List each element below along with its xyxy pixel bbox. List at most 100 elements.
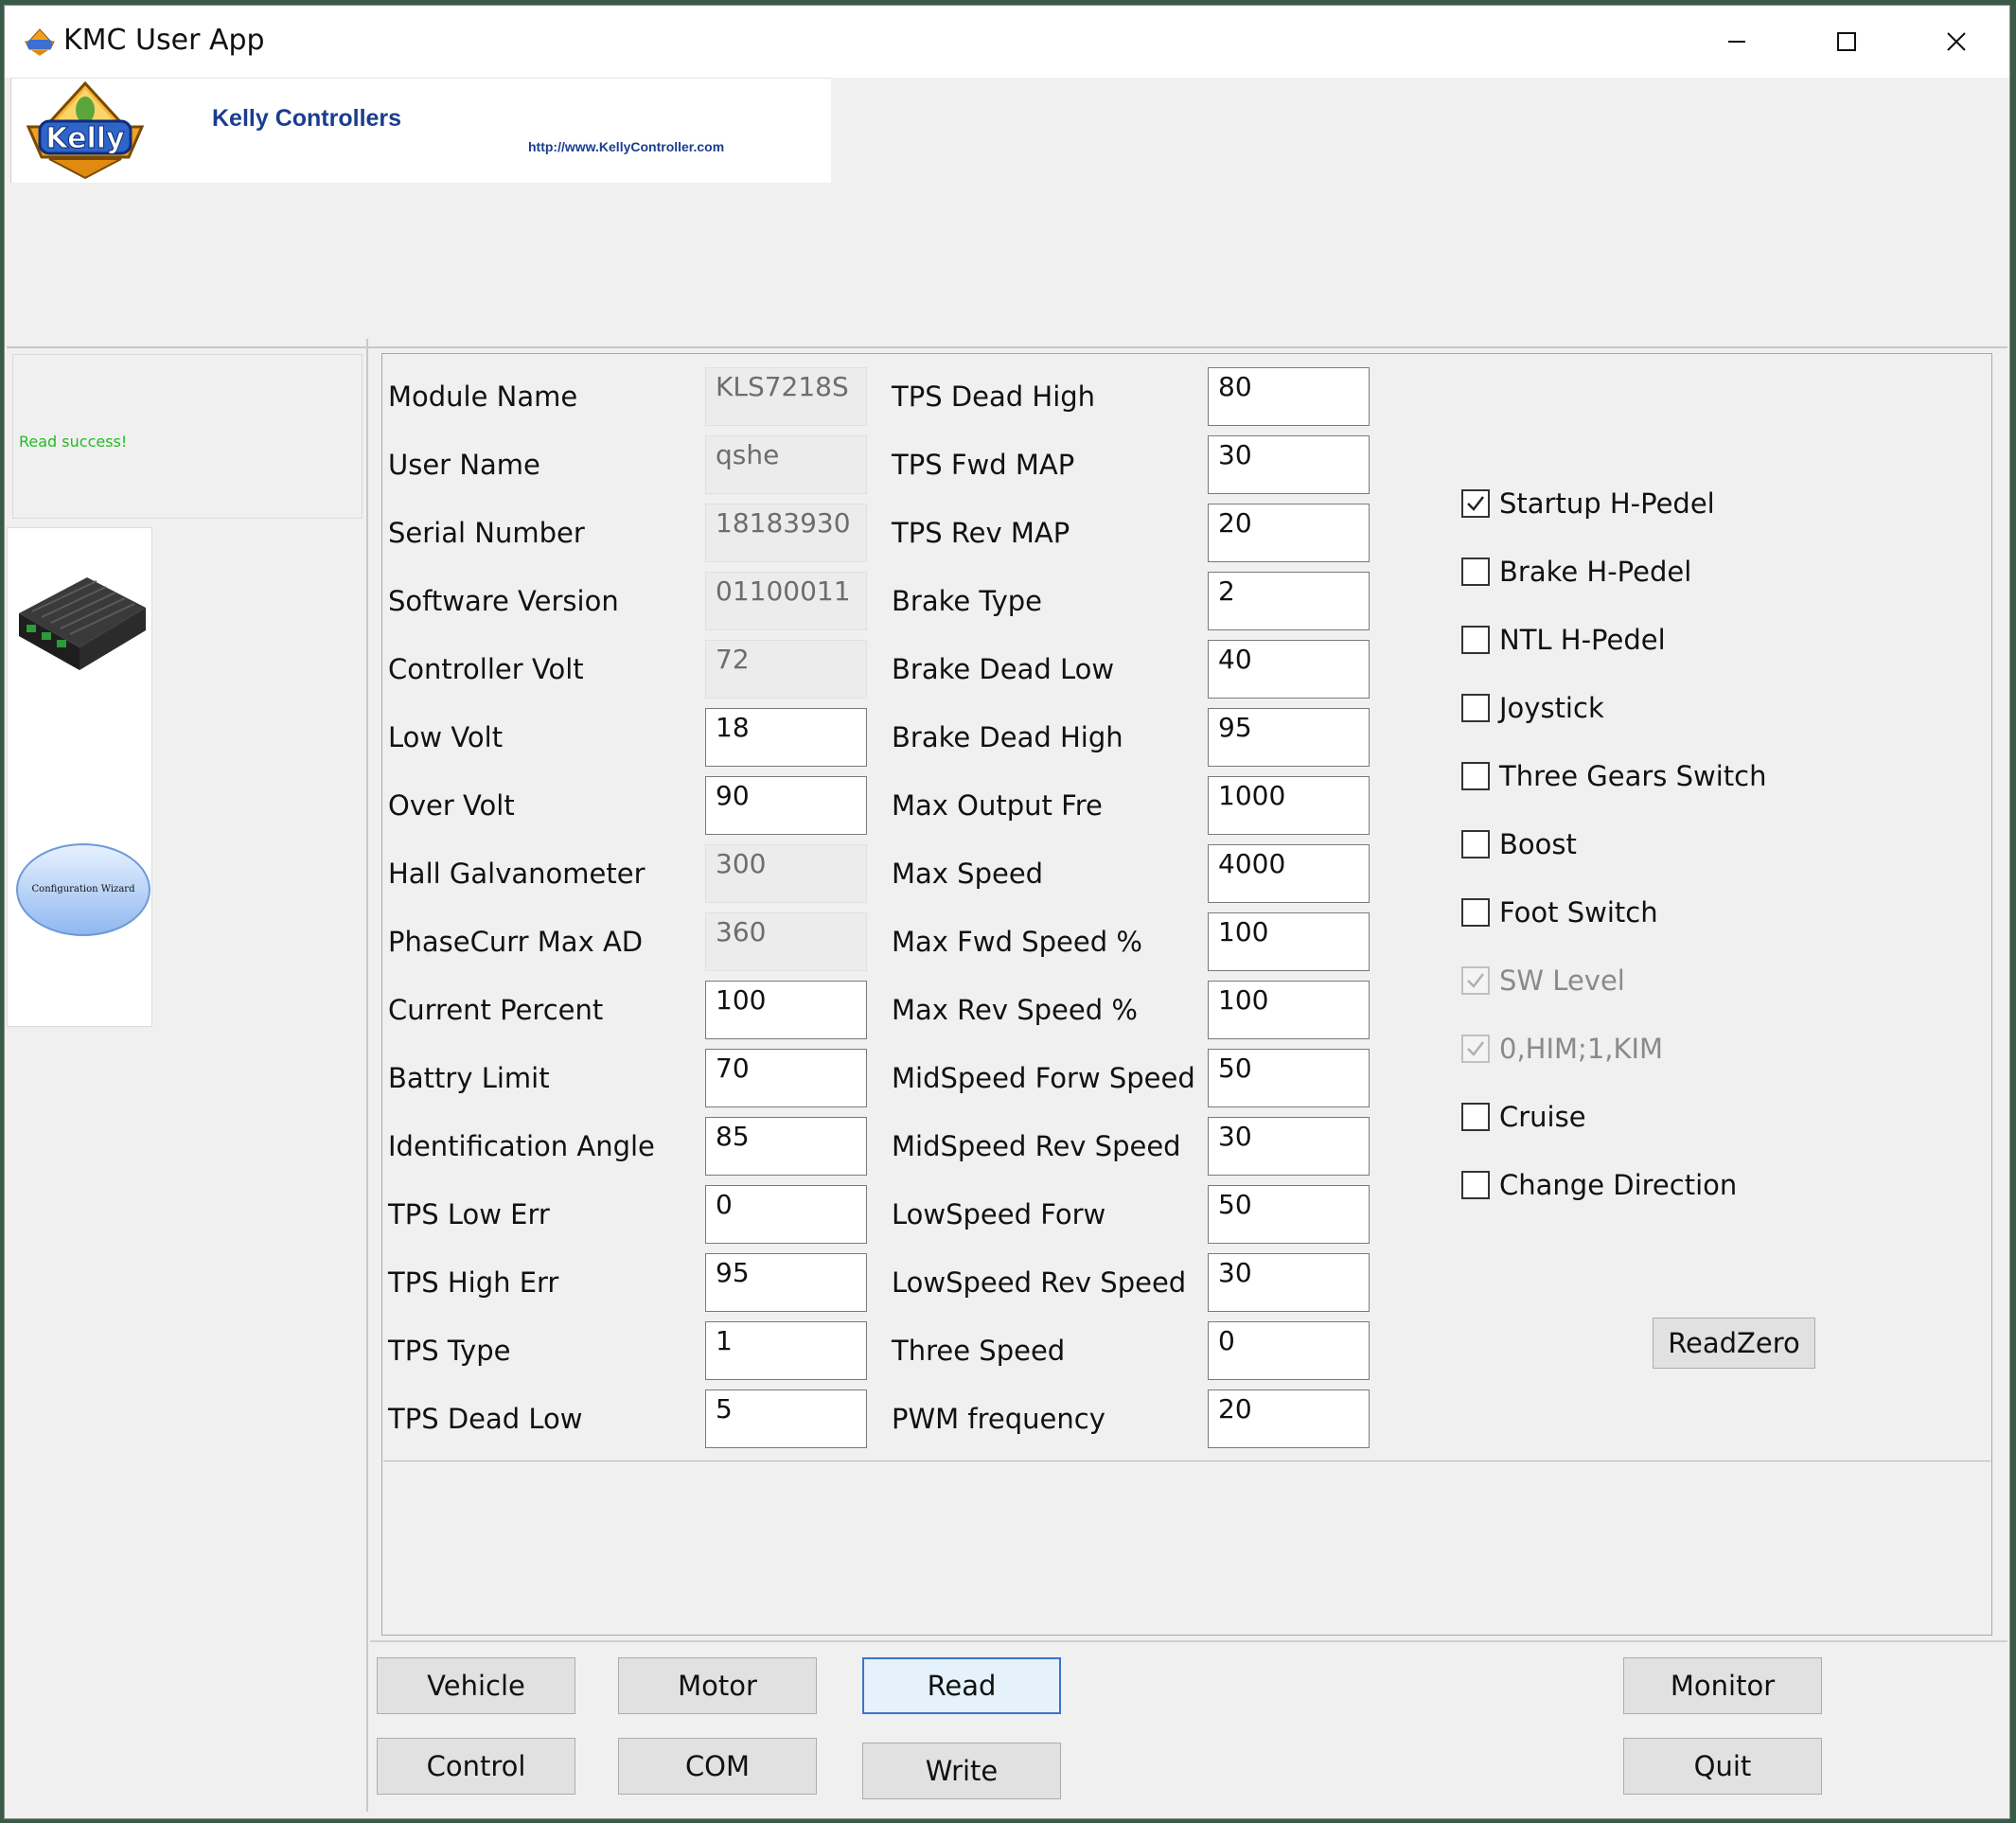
param-label: Max Output Fre (892, 789, 1103, 822)
param-value-field[interactable]: 80 (1208, 367, 1370, 426)
brand-url[interactable]: http://www.KellyController.com (528, 139, 724, 154)
param-value-field[interactable]: 5 (705, 1389, 867, 1448)
param-label: TPS Low Err (388, 1198, 550, 1230)
controller-nav-item[interactable] (13, 566, 150, 683)
status-panel: Read success! (12, 354, 363, 519)
write-button[interactable]: Write (862, 1743, 1061, 1799)
param-value-field[interactable]: 90 (705, 776, 867, 835)
quit-button[interactable]: Quit (1623, 1738, 1822, 1795)
com-button[interactable]: COM (618, 1738, 817, 1795)
option-checkbox[interactable] (1461, 626, 1490, 654)
param-label: Over Volt (388, 789, 515, 822)
param-value-field[interactable]: 50 (1208, 1185, 1370, 1244)
param-label: TPS Dead Low (388, 1403, 583, 1435)
param-value-field[interactable]: 1000 (1208, 776, 1370, 835)
param-value-field[interactable]: 0 (705, 1185, 867, 1244)
app-icon (22, 28, 58, 57)
param-value-field[interactable]: 18 (705, 708, 867, 767)
configuration-wizard-button[interactable]: Configuration Wizard (15, 842, 151, 945)
parameter-panel (381, 353, 1992, 1636)
minimize-button[interactable] (1682, 6, 1792, 78)
option-label: 0,HIM;1,KIM (1499, 1033, 1664, 1065)
option-label[interactable]: Boost (1499, 828, 1577, 860)
monitor-button[interactable]: Monitor (1623, 1657, 1822, 1714)
param-value-field: 300 (705, 844, 867, 903)
param-label: Battry Limit (388, 1062, 550, 1094)
option-checkbox (1461, 1035, 1490, 1063)
maximize-icon (1837, 32, 1856, 51)
param-value-field[interactable]: 4000 (1208, 844, 1370, 903)
window-title: KMC User App (63, 24, 265, 57)
readzero-button[interactable]: ReadZero (1653, 1318, 1815, 1369)
option-checkbox[interactable] (1461, 1103, 1490, 1131)
param-label: TPS Fwd MAP (892, 449, 1075, 481)
option-checkbox[interactable] (1461, 830, 1490, 858)
param-value-field[interactable]: 50 (1208, 1049, 1370, 1107)
param-label: Module Name (388, 381, 578, 413)
param-value-field[interactable]: 100 (1208, 912, 1370, 971)
divider (370, 1640, 2007, 1642)
option-label[interactable]: Brake H-Pedel (1499, 556, 1691, 588)
option-checkbox[interactable] (1461, 694, 1490, 722)
param-value-field[interactable]: 20 (1208, 1389, 1370, 1448)
option-checkbox[interactable] (1461, 1171, 1490, 1199)
param-value-field[interactable]: 2 (1208, 572, 1370, 630)
param-value-field[interactable]: 20 (1208, 504, 1370, 562)
param-value-field: qshe (705, 435, 867, 494)
param-label: TPS Type (388, 1335, 511, 1367)
option-checkbox[interactable] (1461, 898, 1490, 927)
param-label: Max Rev Speed % (892, 994, 1138, 1026)
param-label: TPS High Err (388, 1266, 559, 1299)
option-label[interactable]: Foot Switch (1499, 896, 1658, 929)
param-value-field[interactable]: 30 (1208, 435, 1370, 494)
title-bar[interactable]: KMC User App (5, 6, 2009, 78)
param-value-field[interactable]: 30 (1208, 1253, 1370, 1312)
divider (7, 346, 2007, 348)
option-checkbox[interactable] (1461, 762, 1490, 790)
check-mark-icon (1467, 496, 1484, 511)
option-label[interactable]: Startup H-Pedel (1499, 487, 1715, 520)
motor-button[interactable]: Motor (618, 1657, 817, 1714)
divider (383, 1460, 1990, 1461)
option-label[interactable]: Change Direction (1499, 1169, 1737, 1201)
divider (366, 339, 368, 1812)
param-value-field[interactable]: 30 (1208, 1117, 1370, 1176)
param-value-field[interactable]: 95 (1208, 708, 1370, 767)
option-label[interactable]: Cruise (1499, 1101, 1586, 1133)
check-mark-icon (1467, 973, 1484, 988)
option-checkbox[interactable] (1461, 489, 1490, 518)
kelly-logo: Kelly (23, 80, 148, 180)
param-value-field[interactable]: 95 (705, 1253, 867, 1312)
svg-text:Kelly: Kelly (45, 122, 125, 155)
param-value-field[interactable]: 0 (1208, 1321, 1370, 1380)
param-value-field: 01100011 (705, 572, 867, 630)
app-window: KMC User App Kelly Kelly Controllers htt… (4, 5, 2010, 1819)
status-message: Read success! (19, 433, 128, 451)
read-button[interactable]: Read (862, 1657, 1061, 1714)
param-label: Current Percent (388, 994, 604, 1026)
wizard-label: Configuration Wizard (31, 884, 135, 894)
vehicle-button[interactable]: Vehicle (377, 1657, 575, 1714)
minimize-icon (1728, 41, 1745, 43)
param-value-field: KLS7218S (705, 367, 867, 426)
param-label: Max Speed (892, 858, 1044, 890)
param-label: Serial Number (388, 517, 585, 549)
control-button[interactable]: Control (377, 1738, 575, 1795)
param-value-field[interactable]: 1 (705, 1321, 867, 1380)
option-label[interactable]: NTL H-Pedel (1499, 624, 1666, 656)
brand-banner: Kelly Kelly Controllers http://www.Kelly… (10, 78, 831, 183)
close-button[interactable] (1901, 6, 2009, 78)
param-value-field[interactable]: 100 (705, 981, 867, 1039)
param-value-field[interactable]: 40 (1208, 640, 1370, 699)
param-value-field[interactable]: 100 (1208, 981, 1370, 1039)
param-value-field[interactable]: 70 (705, 1049, 867, 1107)
param-value-field[interactable]: 85 (705, 1117, 867, 1176)
option-checkbox[interactable] (1461, 558, 1490, 586)
maximize-button[interactable] (1792, 6, 1901, 78)
param-label: Identification Angle (388, 1130, 655, 1162)
option-label[interactable]: Joystick (1499, 692, 1604, 724)
param-label: PhaseCurr Max AD (388, 926, 644, 958)
param-label: TPS Dead High (892, 381, 1096, 413)
option-label[interactable]: Three Gears Switch (1499, 760, 1767, 792)
param-label: Low Volt (388, 721, 504, 753)
